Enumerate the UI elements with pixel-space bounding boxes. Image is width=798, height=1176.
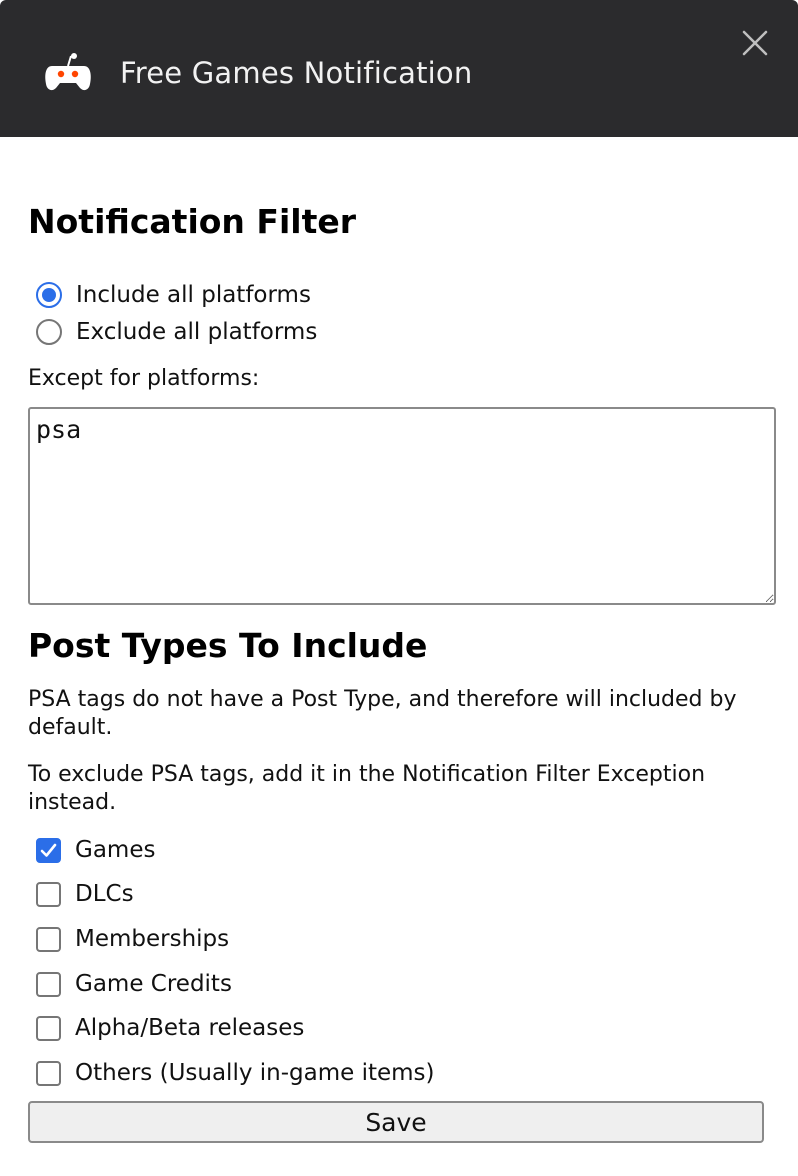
save-button[interactable]: Save [28,1101,764,1143]
app-header: Free Games Notification [0,0,798,137]
post-type-alpha-beta[interactable]: Alpha/Beta releases [36,1012,304,1044]
game-credits-label: Game Credits [75,971,232,997]
post-type-game-credits[interactable]: Game Credits [36,968,232,1000]
psa-exclude-note: To exclude PSA tags, add it in the Notif… [28,762,706,815]
exclude-all-label: Exclude all platforms [76,319,318,345]
dlcs-label: DLCs [75,881,134,907]
app-title: Free Games Notification [120,56,473,90]
post-types-heading: Post Types To Include [28,626,428,665]
include-all-label: Include all platforms [76,282,311,308]
psa-note: PSA tags do not have a Post Type, and th… [28,687,737,740]
memberships-label: Memberships [75,926,230,952]
post-type-others[interactable]: Others (Usually in-game items) [36,1057,435,1089]
close-icon[interactable] [740,28,770,58]
memberships-checkbox[interactable] [36,926,61,952]
exclude-all-platforms-option[interactable]: Exclude all platforms [36,317,317,347]
notification-filter-heading: Notification Filter [28,202,357,241]
others-checkbox[interactable] [36,1060,61,1086]
dlcs-checkbox[interactable] [36,881,61,907]
alpha-beta-checkbox[interactable] [36,1015,61,1041]
include-all-platforms-option[interactable]: Include all platforms [36,280,311,310]
alpha-beta-label: Alpha/Beta releases [75,1015,305,1041]
exclude-all-radio[interactable] [36,319,62,345]
post-type-dlcs[interactable]: DLCs [36,878,134,910]
except-platforms-label: Except for platforms: [28,366,260,391]
others-label: Others (Usually in-game items) [75,1060,435,1086]
checkmark-icon [40,843,57,857]
post-type-memberships[interactable]: Memberships [36,923,229,955]
game-credits-checkbox[interactable] [36,971,61,997]
reddit-gamepad-icon [45,53,91,91]
include-all-radio[interactable] [36,282,62,308]
post-type-games[interactable]: Games [36,834,155,866]
except-platforms-textarea[interactable]: psa [28,407,776,605]
games-checkbox[interactable] [36,837,61,863]
games-label: Games [75,837,156,863]
